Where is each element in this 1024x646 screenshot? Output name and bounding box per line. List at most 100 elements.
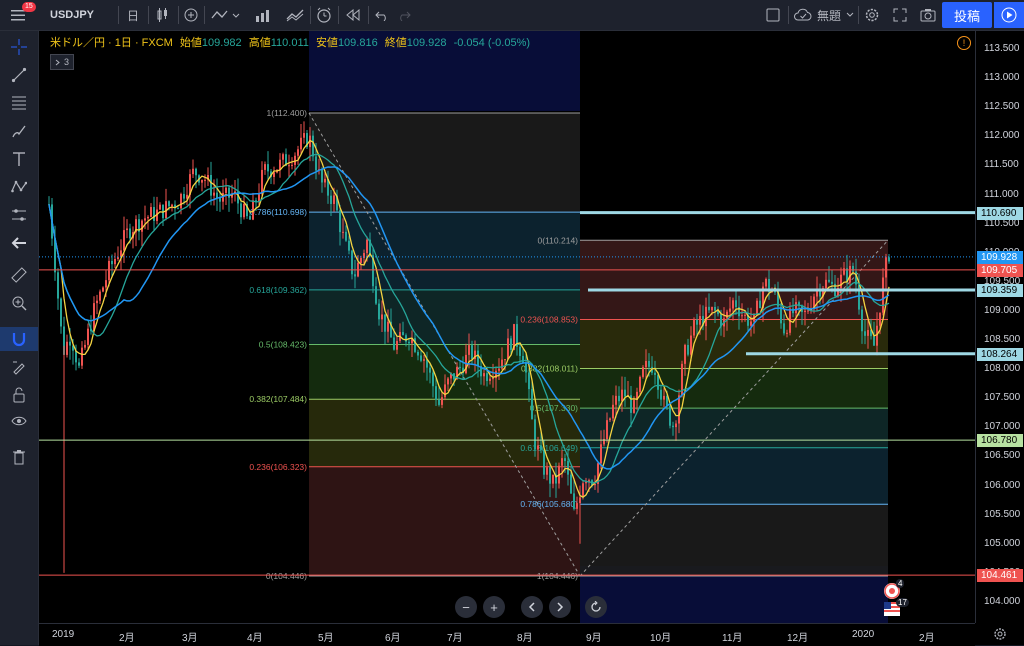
divider [788, 6, 789, 24]
divider [310, 6, 311, 24]
candle-body [354, 274, 356, 277]
replay-icon[interactable] [342, 0, 364, 30]
earnings-event-badge[interactable]: 4 [884, 579, 905, 599]
price-axis-tag: 110.690 [977, 206, 1023, 220]
zoom-in-button[interactable]: + [483, 596, 505, 618]
candle-body [417, 351, 419, 356]
top-toolbar: 15 USDJPY 日 無題 投稿 [0, 0, 1024, 31]
text-tool-icon[interactable] [0, 147, 38, 171]
dividend-event-badge[interactable]: 17 [884, 598, 909, 616]
layout-square-icon[interactable] [762, 0, 784, 30]
eye-icon[interactable] [0, 409, 38, 433]
candle-body [171, 204, 173, 207]
reset-chart-button[interactable] [585, 596, 607, 618]
magnet-icon[interactable] [0, 327, 38, 351]
candle-body [843, 268, 845, 275]
trendline-icon[interactable] [0, 63, 38, 87]
lock-icon[interactable] [0, 383, 38, 407]
time-tick-label: 6月 [385, 633, 401, 644]
zoom-out-button[interactable]: − [455, 596, 477, 618]
trash-icon[interactable] [0, 445, 38, 469]
candle-body [852, 265, 854, 272]
candle-body [288, 165, 290, 167]
indicators-icon[interactable] [208, 0, 244, 30]
candle-body [339, 210, 341, 233]
brush-icon[interactable] [0, 119, 38, 143]
pattern-icon[interactable] [0, 175, 38, 199]
price-axis[interactable]: 113.500 113.000 112.500 112.000 111.500 111.0… [975, 31, 1024, 623]
crosshair-icon[interactable] [0, 35, 38, 59]
cloud-icon[interactable] [792, 0, 814, 30]
fib1-level-label: 0.5(108.423) [259, 340, 307, 350]
play-icon[interactable] [994, 2, 1024, 28]
symbol-search[interactable]: USDJPY [50, 0, 94, 30]
stay-in-drawing-icon[interactable] [0, 355, 38, 379]
alert-clock-icon[interactable] [312, 0, 336, 30]
candle-body [729, 308, 731, 312]
layout-name[interactable]: 無題 [814, 0, 844, 30]
time-tick-label: 10月 [650, 633, 672, 644]
scroll-right-button[interactable] [549, 596, 571, 618]
candle-body [204, 179, 206, 181]
candle-body [726, 311, 728, 319]
compare-add-icon[interactable] [182, 0, 200, 30]
time-axis[interactable]: 2019 2月 3月 4月 5月 6月 7月 8月 9月 10月 11月 12月 2020 2月 [39, 623, 975, 646]
legend-low-value: 109.816 [337, 37, 378, 49]
financials-icon[interactable] [250, 0, 276, 30]
candle-body [648, 360, 650, 367]
fib1-level-label: 0(104.446) [266, 571, 307, 581]
candle-body [402, 332, 404, 336]
candle-body [876, 325, 878, 346]
candle-body [885, 257, 887, 278]
scroll-left-button[interactable] [521, 596, 543, 618]
candle-body [213, 192, 215, 196]
redo-icon[interactable] [394, 0, 414, 30]
candle-body [267, 164, 269, 172]
price-tick-label: 108.000 [984, 363, 1021, 375]
gear-icon[interactable] [862, 0, 882, 30]
candle-body [69, 341, 71, 346]
candle-body [657, 374, 659, 390]
camera-icon[interactable] [918, 0, 938, 30]
candle-body [807, 310, 809, 312]
candle-body [690, 335, 692, 355]
warning-icon[interactable]: ! [957, 36, 971, 50]
candle-body [864, 331, 866, 336]
candle-body [99, 291, 101, 301]
candle-body [123, 230, 125, 251]
fib-tool-icon[interactable] [0, 91, 38, 115]
chevron-down-icon[interactable] [844, 0, 856, 30]
zoom-in-icon[interactable] [0, 291, 38, 315]
candle-body [447, 378, 449, 385]
price-tick-label: 109.000 [984, 304, 1021, 316]
candle-body [549, 467, 551, 484]
chart-pane[interactable]: 1(112.400) 0.786(110.698) 0.618(109.362) 0.… [39, 31, 975, 623]
candle-body [81, 347, 83, 366]
ruler-icon[interactable] [0, 263, 38, 287]
price-tick-label: 107.000 [984, 421, 1021, 433]
price-chart[interactable]: 1(112.400) 0.786(110.698) 0.618(109.362) 0.… [39, 31, 975, 623]
interval-button[interactable]: 日 [124, 0, 142, 30]
candles-icon[interactable] [152, 0, 174, 30]
fullscreen-icon[interactable] [890, 0, 910, 30]
legend-symbol-name: 米ドル／円 · 1日 · FXCM [50, 37, 173, 49]
indicator-collapse-button[interactable]: 3 [50, 54, 74, 70]
candle-body [393, 337, 395, 350]
candle-body [498, 368, 500, 371]
divider [118, 6, 119, 24]
candle-body [552, 474, 554, 484]
candle-body [492, 378, 494, 380]
forecast-icon[interactable] [0, 203, 38, 227]
candle-body [642, 367, 644, 377]
undo-icon[interactable] [372, 0, 392, 30]
candle-body [573, 493, 575, 509]
price-tick-label: 106.500 [984, 450, 1021, 462]
publish-button[interactable]: 投稿 [942, 2, 992, 28]
axis-settings-gear-icon[interactable] [975, 623, 1024, 645]
divider [178, 6, 179, 24]
templates-icon[interactable] [282, 0, 308, 30]
back-arrow-icon[interactable] [0, 231, 38, 255]
candle-body [600, 444, 602, 464]
legend-open-label: 始値 [179, 37, 202, 49]
candle-body [66, 341, 68, 355]
